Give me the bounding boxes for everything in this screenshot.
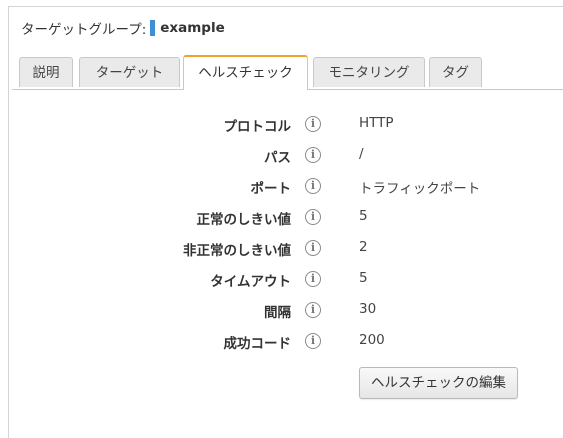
info-icon[interactable]: i — [305, 116, 321, 132]
health-check-row-unhealthy-threshold: 非正常のしきい値 i 2 — [9, 237, 563, 261]
row-value: 5 — [359, 270, 368, 286]
tab-description[interactable]: 説明 — [19, 57, 73, 87]
target-group-panel: ターゲットグループ: example 説明 ターゲット ヘルスチェック モニタリ… — [8, 6, 563, 438]
target-group-name: example — [160, 20, 225, 36]
row-value: トラフィックポート — [359, 181, 481, 197]
health-check-row-healthy-threshold: 正常のしきい値 i 5 — [9, 206, 563, 230]
edit-health-check-button[interactable]: ヘルスチェックの編集 — [359, 367, 518, 399]
target-group-header: ターゲットグループ: example — [21, 18, 225, 38]
health-check-row-timeout: タイムアウト i 5 — [9, 268, 563, 292]
health-check-row-protocol: プロトコル i HTTP — [9, 113, 563, 137]
row-key: タイムアウト — [210, 274, 291, 290]
row-key: ポート — [250, 181, 292, 197]
target-group-color-bar — [150, 20, 156, 36]
info-icon[interactable]: i — [305, 209, 321, 225]
row-key: 非正常のしきい値 — [183, 243, 291, 259]
tab-health-check[interactable]: ヘルスチェック — [183, 55, 308, 90]
info-icon[interactable]: i — [305, 271, 321, 287]
row-key: プロトコル — [223, 119, 292, 135]
row-key: 成功コード — [223, 336, 292, 352]
row-value: 5 — [359, 208, 368, 224]
tab-targets[interactable]: ターゲット — [79, 57, 180, 87]
target-group-label: ターゲットグループ: — [21, 22, 147, 38]
row-value: HTTP — [359, 115, 394, 131]
info-icon[interactable]: i — [305, 302, 321, 318]
health-check-row-path: パス i / — [9, 144, 563, 168]
health-check-row-port: ポート i トラフィックポート — [9, 175, 563, 199]
info-icon[interactable]: i — [305, 147, 321, 163]
info-icon[interactable]: i — [305, 240, 321, 256]
tab-bar: 説明 ターゲット ヘルスチェック モニタリング タグ — [12, 55, 563, 90]
row-value: 2 — [359, 239, 368, 255]
row-key: パス — [264, 150, 291, 166]
health-check-row-success-codes: 成功コード i 200 — [9, 330, 563, 354]
tab-monitoring[interactable]: モニタリング — [313, 57, 425, 87]
info-icon[interactable]: i — [305, 178, 321, 194]
row-key: 正常のしきい値 — [196, 212, 292, 228]
tab-tags[interactable]: タグ — [429, 57, 482, 87]
row-value: / — [359, 146, 364, 162]
row-value: 200 — [359, 332, 385, 348]
info-icon[interactable]: i — [305, 333, 321, 349]
health-check-row-interval: 間隔 i 30 — [9, 299, 563, 323]
row-key: 間隔 — [264, 305, 291, 321]
row-value: 30 — [359, 301, 377, 317]
